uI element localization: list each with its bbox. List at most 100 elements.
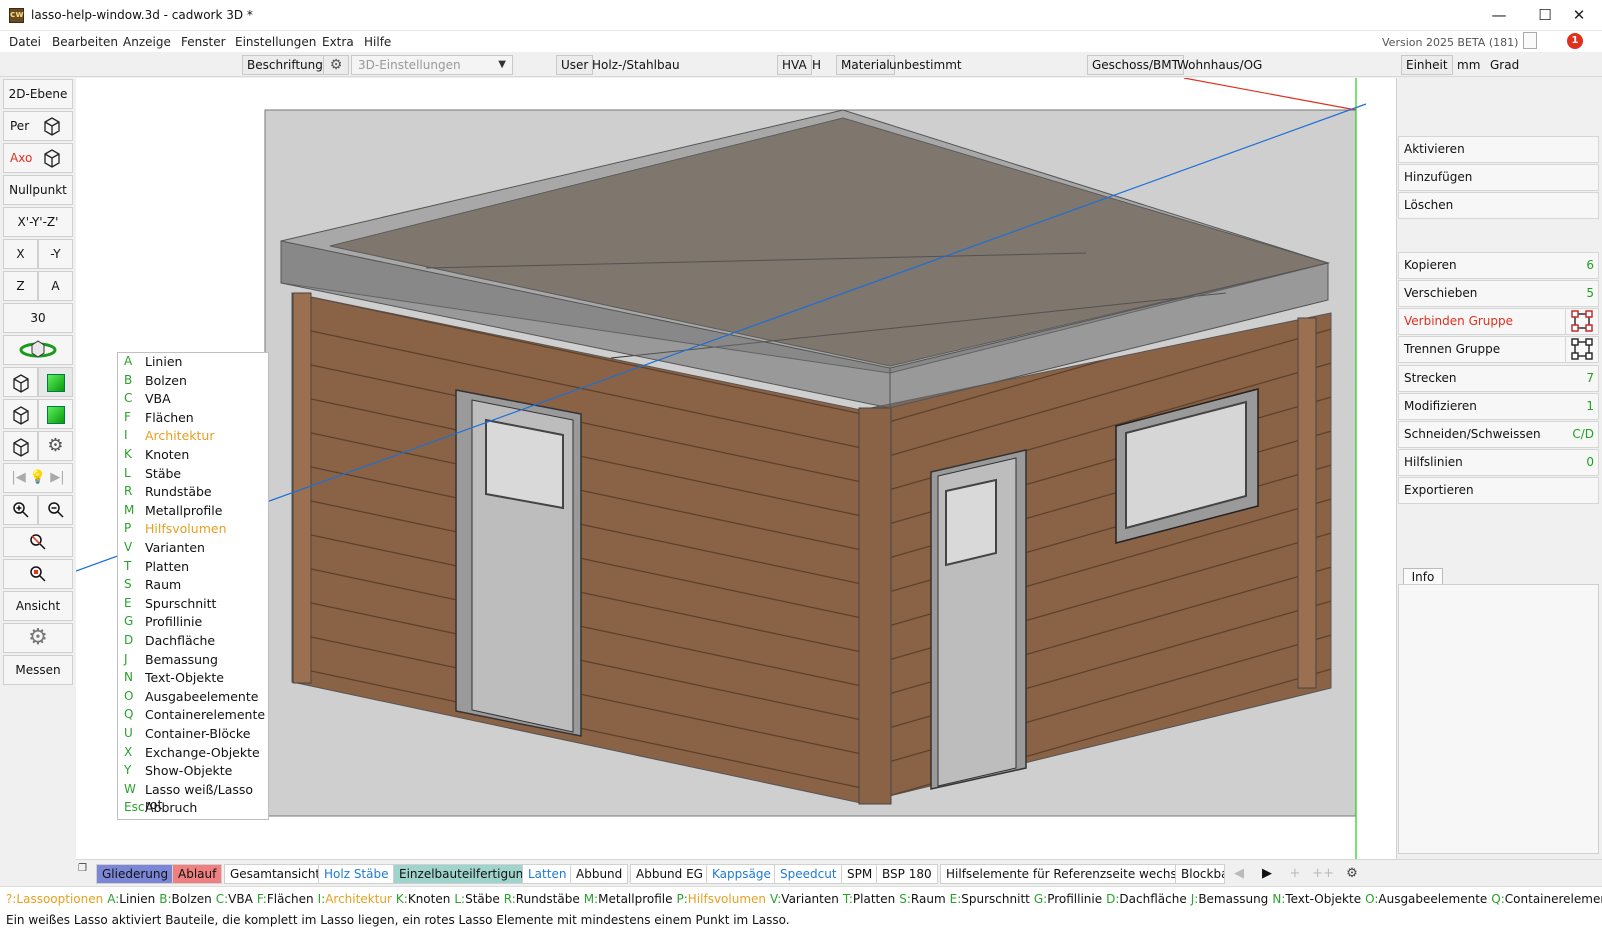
lasso-menu-item[interactable]: L Stäbe xyxy=(118,465,268,484)
tab-blockba[interactable]: Blockba xyxy=(1175,864,1225,884)
axo-button[interactable]: Axo xyxy=(3,143,73,173)
command-verbinden-gruppe-button[interactable]: Verbinden Gruppe xyxy=(1398,308,1599,335)
einheit-button[interactable]: Einheit xyxy=(1401,55,1453,75)
orbit-button[interactable] xyxy=(3,335,73,365)
tab-latten[interactable]: Latten xyxy=(522,864,573,884)
tab-abbund-eg[interactable]: Abbund EG xyxy=(630,864,709,884)
settings-button[interactable]: ⚙ xyxy=(3,623,73,653)
hva-button[interactable]: HVA xyxy=(777,55,812,75)
lasso-menu-item[interactable]: Esc Abbruch xyxy=(118,799,268,818)
2d-ebene-button[interactable]: 2D-Ebene xyxy=(3,79,73,109)
view-a-button[interactable]: A xyxy=(38,271,73,301)
menu-extra[interactable]: Extra xyxy=(322,35,354,49)
lasso-menu-item[interactable]: T Platten xyxy=(118,558,268,577)
gear-icon[interactable]: ⚙ xyxy=(323,55,349,75)
lasso-menu-item[interactable]: K Knoten xyxy=(118,446,268,465)
lasso-menu-item[interactable]: W Lasso weiß/Lasso rot xyxy=(118,781,268,812)
lasso-menu-item[interactable]: I Architektur xyxy=(118,427,268,446)
lasso-menu-item[interactable]: N Text-Objekte xyxy=(118,669,268,688)
restore-icon[interactable]: ❐ xyxy=(78,863,87,874)
ansicht-button[interactable]: Ansicht xyxy=(3,591,73,621)
light-nav-button[interactable]: |◀ 💡 ▶| xyxy=(3,463,73,493)
group-split-icon[interactable] xyxy=(1565,336,1599,363)
shaded-view-button[interactable] xyxy=(38,399,73,429)
scroll-left-icon[interactable]: ◀ xyxy=(1228,864,1250,884)
lasso-menu-item[interactable]: J Bemassung xyxy=(118,651,268,670)
hidden-line-button[interactable] xyxy=(3,399,38,429)
nullpunkt-button[interactable]: Nullpunkt xyxy=(3,175,73,205)
zoom-out-button[interactable] xyxy=(38,495,73,525)
perspective-button[interactable]: Per xyxy=(3,111,73,141)
lasso-menu-item[interactable]: M Metallprofile xyxy=(118,502,268,521)
info-tab[interactable]: Info xyxy=(1403,568,1443,585)
command-verschieben-button[interactable]: Verschieben 5 xyxy=(1398,280,1599,307)
add-tab-icon[interactable]: + xyxy=(1284,864,1306,884)
menu-bearbeiten[interactable]: Bearbeiten xyxy=(52,35,118,49)
command-trennen-gruppe-button[interactable]: Trennen Gruppe xyxy=(1398,336,1599,363)
view-z-button[interactable]: Z xyxy=(3,271,38,301)
xyz-button[interactable]: X'-Y'-Z' xyxy=(3,207,73,237)
lasso-menu-item[interactable]: S Raum xyxy=(118,576,268,595)
tab-gesamtansicht[interactable]: Gesamtansicht xyxy=(224,864,327,884)
lasso-menu-item[interactable]: P Hilfsvolumen xyxy=(118,520,268,539)
lasso-menu-item[interactable]: U Container-Blöcke xyxy=(118,725,268,744)
minimize-button[interactable]: — xyxy=(1476,0,1522,31)
tab-gliederung[interactable]: Gliederung xyxy=(96,864,175,884)
tab-kappsäge[interactable]: Kappsäge xyxy=(706,864,777,884)
zoom-window-button[interactable] xyxy=(3,559,73,589)
menu-datei[interactable]: Datei xyxy=(9,35,41,49)
command-schneiden-schweissen-button[interactable]: Schneiden/Schweissen C/D xyxy=(1398,421,1599,448)
menu-einstellungen[interactable]: Einstellungen xyxy=(235,35,316,49)
lasso-menu-item[interactable]: E Spurschnitt xyxy=(118,595,268,614)
tab-bsp-180[interactable]: BSP 180 xyxy=(876,864,938,884)
lasso-menu-item[interactable]: O Ausgabeelemente xyxy=(118,688,268,707)
rotate-30-button[interactable]: 30 xyxy=(3,303,73,333)
group-connect-icon[interactable] xyxy=(1565,308,1599,335)
3d-viewport[interactable] xyxy=(76,78,1396,859)
house-model-view[interactable] xyxy=(76,78,1396,859)
scroll-right-icon[interactable]: ▶ xyxy=(1256,864,1278,884)
geschoss-button[interactable]: Geschoss/BMT xyxy=(1087,55,1184,75)
wireframe-view-button[interactable] xyxy=(3,367,38,397)
lasso-menu-item[interactable]: X Exchange-Objekte xyxy=(118,744,268,763)
command-exportieren-button[interactable]: Exportieren xyxy=(1398,477,1599,504)
tab-holz-stäbe[interactable]: Holz Stäbe xyxy=(318,864,395,884)
command-modifizieren-button[interactable]: Modifizieren 1 xyxy=(1398,393,1599,420)
render-view-button[interactable] xyxy=(3,431,38,461)
3d-settings-dropdown[interactable]: 3D-Einstellungen ▼ xyxy=(351,55,513,75)
lasso-menu-item[interactable]: F Flächen xyxy=(118,409,268,428)
lasso-menu-item[interactable]: R Rundstäbe xyxy=(118,483,268,502)
lasso-menu-item[interactable]: Q Containerelemente xyxy=(118,706,268,725)
menu-fenster[interactable]: Fenster xyxy=(181,35,226,49)
zoom-all-button[interactable] xyxy=(3,527,73,557)
aktivieren-button[interactable]: Aktivieren xyxy=(1398,136,1599,163)
command-kopieren-button[interactable]: Kopieren 6 xyxy=(1398,252,1599,279)
add-many-tabs-icon[interactable]: ++ xyxy=(1312,864,1334,884)
command-hilfslinien-button[interactable]: Hilfslinien 0 xyxy=(1398,449,1599,476)
tab-ablauf[interactable]: Ablauf xyxy=(172,864,223,884)
loeschen-button[interactable]: Löschen xyxy=(1398,192,1599,219)
tab-speedcut[interactable]: Speedcut xyxy=(774,864,843,884)
notification-icon[interactable]: 1 xyxy=(1567,31,1587,49)
lasso-menu-item[interactable]: Y Show-Objekte xyxy=(118,762,268,781)
beschriftung-button[interactable]: Beschriftung xyxy=(242,55,328,75)
tab-abbund[interactable]: Abbund xyxy=(570,864,629,884)
lasso-menu-item[interactable]: V Varianten xyxy=(118,539,268,558)
solid-view-button[interactable] xyxy=(38,367,73,397)
document-icon[interactable] xyxy=(1523,32,1537,49)
messen-button[interactable]: Messen xyxy=(3,655,73,685)
tab-hilfselemente-für-referenzseite-wechseln[interactable]: Hilfselemente für Referenzseite wechseln xyxy=(940,864,1202,884)
close-button[interactable]: ✕ xyxy=(1556,0,1602,31)
menu-anzeige[interactable]: Anzeige xyxy=(123,35,171,49)
tab-einzelbauteilfertigung[interactable]: Einzelbauteilfertigung xyxy=(393,864,537,884)
lasso-menu-item[interactable]: D Dachfläche xyxy=(118,632,268,651)
render-settings-button[interactable]: ⚙ xyxy=(38,431,73,461)
tab-spm[interactable]: SPM xyxy=(841,864,879,884)
material-button[interactable]: Material xyxy=(836,55,895,75)
user-button[interactable]: User xyxy=(556,55,594,75)
hinzufuegen-button[interactable]: Hinzufügen xyxy=(1398,164,1599,191)
lasso-menu-item[interactable]: A Linien xyxy=(118,353,268,372)
menu-hilfe[interactable]: Hilfe xyxy=(364,35,391,49)
command-strecken-button[interactable]: Strecken 7 xyxy=(1398,365,1599,392)
lasso-menu-item[interactable]: G Profillinie xyxy=(118,613,268,632)
